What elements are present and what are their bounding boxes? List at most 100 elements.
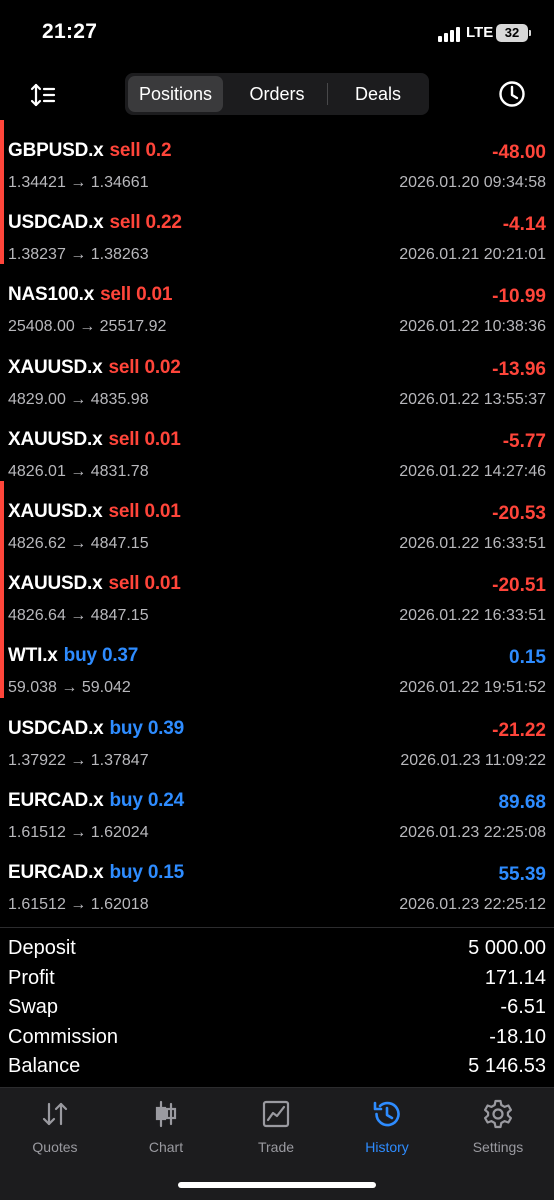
tab-deals[interactable]: Deals bbox=[328, 73, 428, 115]
close-price: 1.34661 bbox=[90, 174, 149, 191]
summary-label: Deposit bbox=[8, 937, 76, 959]
deal-direction: sell 0.01 bbox=[108, 429, 180, 450]
symbol-name: XAUUSD.x bbox=[8, 573, 103, 595]
summary-row: Commission -18.10 bbox=[0, 1023, 554, 1053]
deal-marker bbox=[0, 192, 4, 265]
trade-chart-icon bbox=[262, 1100, 290, 1128]
close-price: 1.62024 bbox=[90, 823, 149, 841]
arrow-right-icon: → bbox=[61, 679, 78, 697]
open-price: 4829.00 bbox=[8, 390, 66, 408]
deal-row[interactable]: XAUUSD.x sell 0.01 -20.51 4826.64 → 4847.15… bbox=[0, 553, 554, 626]
deal-time: 2026.01.23 22:25:12 bbox=[399, 895, 546, 913]
close-price: 4835.98 bbox=[90, 390, 149, 408]
symbol-name: GBPUSD.x bbox=[8, 140, 104, 161]
summary-value: -18.10 bbox=[489, 1025, 546, 1048]
history-clock-icon bbox=[373, 1101, 400, 1127]
deal-profit: -13.96 bbox=[492, 358, 546, 380]
arrow-right-icon: → bbox=[70, 607, 87, 625]
deal-marker bbox=[0, 480, 4, 554]
deal-row[interactable]: NAS100.x sell 0.01 -10.99 25408.00 → 25517.… bbox=[0, 264, 554, 336]
arrow-right-icon: → bbox=[70, 462, 87, 480]
direction-label: buy bbox=[109, 789, 143, 811]
deal-row[interactable]: EURCAD.x buy 0.24 89.68 1.61512 → 1.62024 20… bbox=[0, 770, 554, 842]
deal-profit: -5.77 bbox=[502, 430, 546, 452]
arrow-right-icon: → bbox=[70, 390, 87, 408]
status-bar: 21:27 LTE 32 bbox=[0, 0, 554, 68]
summary-value: 5 000.00 bbox=[468, 937, 546, 959]
battery-icon: 32 bbox=[496, 24, 528, 42]
deal-row[interactable]: XAUUSD.x sell 0.02 -13.96 4829.00 → 4835.98… bbox=[0, 337, 554, 409]
deal-row[interactable]: GBPUSD.x sell 0.2 -48.00 1.34421 → 1.34661 2… bbox=[0, 120, 554, 193]
open-price: 25408.00 bbox=[8, 318, 75, 336]
deal-profit: -20.53 bbox=[492, 502, 546, 524]
nav-chart[interactable]: Chart bbox=[111, 1098, 221, 1162]
deal-marker bbox=[0, 553, 4, 626]
open-price: 1.61512 bbox=[8, 895, 66, 913]
symbol-name: EURCAD.x bbox=[8, 789, 104, 811]
direction-label: sell bbox=[109, 212, 141, 234]
deal-time: 2026.01.22 10:38:36 bbox=[399, 318, 546, 336]
deal-volume: 0.01 bbox=[136, 284, 173, 306]
deal-row[interactable]: USDCAD.x buy 0.39 -21.22 1.37922 → 1.37847 2… bbox=[0, 698, 554, 770]
close-price: 1.38263 bbox=[90, 246, 149, 264]
deal-symbol: EURCAD.x buy 0.24 bbox=[8, 790, 184, 812]
deal-volume: 0.02 bbox=[144, 356, 181, 378]
summary-label: Profit bbox=[8, 966, 55, 989]
open-price: 1.34421 bbox=[8, 174, 66, 191]
deal-volume: 0.15 bbox=[147, 861, 184, 883]
deal-volume: 0.2 bbox=[145, 140, 172, 161]
deal-row[interactable]: EURCAD.x buy 0.15 55.39 1.61512 → 1.62018 20… bbox=[0, 842, 554, 914]
deal-time: 2026.01.22 13:55:37 bbox=[399, 390, 546, 408]
quotes-arrows-icon bbox=[42, 1102, 68, 1126]
deal-profit: -20.51 bbox=[492, 575, 546, 597]
tab-orders[interactable]: Orders bbox=[227, 73, 327, 115]
deal-time: 2026.01.22 19:51:52 bbox=[399, 679, 546, 697]
nav-quotes[interactable]: Quotes bbox=[0, 1098, 110, 1162]
deal-row[interactable]: XAUUSD.x sell 0.01 -5.77 4826.01 → 4831.78 2… bbox=[0, 409, 554, 481]
sort-icon[interactable] bbox=[28, 80, 58, 110]
deal-time: 2026.01.23 11:09:22 bbox=[400, 751, 546, 769]
account-summary: Deposit 5 000.00 Profit 171.14 Swap -6.51 Comm… bbox=[0, 934, 554, 1082]
deal-profit: -21.22 bbox=[492, 719, 546, 741]
clock-period-icon[interactable] bbox=[496, 78, 528, 110]
deal-marker bbox=[0, 120, 4, 193]
nav-trade[interactable]: Trade bbox=[221, 1098, 331, 1162]
nav-settings[interactable]: Settings bbox=[443, 1098, 553, 1162]
open-price: 1.38237 bbox=[8, 246, 66, 264]
summary-row: Profit 171.14 bbox=[0, 964, 554, 994]
deal-symbol: WTI.x buy 0.37 bbox=[8, 645, 138, 667]
tab-positions[interactable]: Positions bbox=[128, 76, 223, 112]
direction-label: buy bbox=[109, 717, 143, 739]
deal-volume: 0.37 bbox=[101, 645, 139, 667]
deal-volume: 0.39 bbox=[147, 717, 184, 739]
deal-row[interactable]: USDCAD.x sell 0.22 -4.14 1.38237 → 1.38263 2… bbox=[0, 192, 554, 265]
deal-row[interactable]: XAUUSD.x sell 0.01 -20.53 4826.62 → 4847.15… bbox=[0, 480, 554, 554]
deal-time: 2026.01.21 20:21:01 bbox=[399, 246, 546, 264]
arrow-right-icon: → bbox=[70, 534, 87, 552]
deal-direction: buy 0.37 bbox=[64, 645, 139, 667]
deal-profit: 89.68 bbox=[498, 791, 546, 813]
close-price: 4831.78 bbox=[90, 462, 149, 480]
close-price: 1.37847 bbox=[90, 751, 149, 769]
deal-symbol: XAUUSD.x sell 0.01 bbox=[8, 429, 181, 451]
deal-symbol: EURCAD.x buy 0.15 bbox=[8, 862, 184, 884]
close-price: 1.62018 bbox=[90, 895, 149, 913]
deal-direction: sell 0.2 bbox=[110, 140, 172, 161]
symbol-name: NAS100.x bbox=[8, 284, 95, 306]
deal-direction: sell 0.22 bbox=[110, 212, 182, 233]
deal-marker bbox=[0, 625, 4, 698]
deal-time: 2026.01.22 16:33:51 bbox=[399, 534, 546, 552]
network-type: LTE bbox=[466, 24, 494, 41]
deal-direction: sell 0.01 bbox=[108, 573, 180, 594]
deal-prices: 1.38237 → 1.38263 bbox=[8, 246, 149, 264]
summary-row: Deposit 5 000.00 bbox=[0, 934, 554, 964]
arrow-right-icon: → bbox=[70, 174, 87, 191]
deal-profit: -10.99 bbox=[492, 286, 546, 308]
arrow-right-icon: → bbox=[70, 823, 87, 841]
direction-label: sell bbox=[109, 140, 141, 161]
summary-value: 5 146.53 bbox=[468, 1055, 546, 1077]
symbol-name: USDCAD.x bbox=[8, 717, 104, 739]
deal-time: 2026.01.23 22:25:08 bbox=[399, 823, 546, 841]
deal-row[interactable]: WTI.x buy 0.37 0.15 59.038 → 59.042 2026.01.… bbox=[0, 625, 554, 698]
nav-history[interactable]: History bbox=[332, 1098, 442, 1162]
